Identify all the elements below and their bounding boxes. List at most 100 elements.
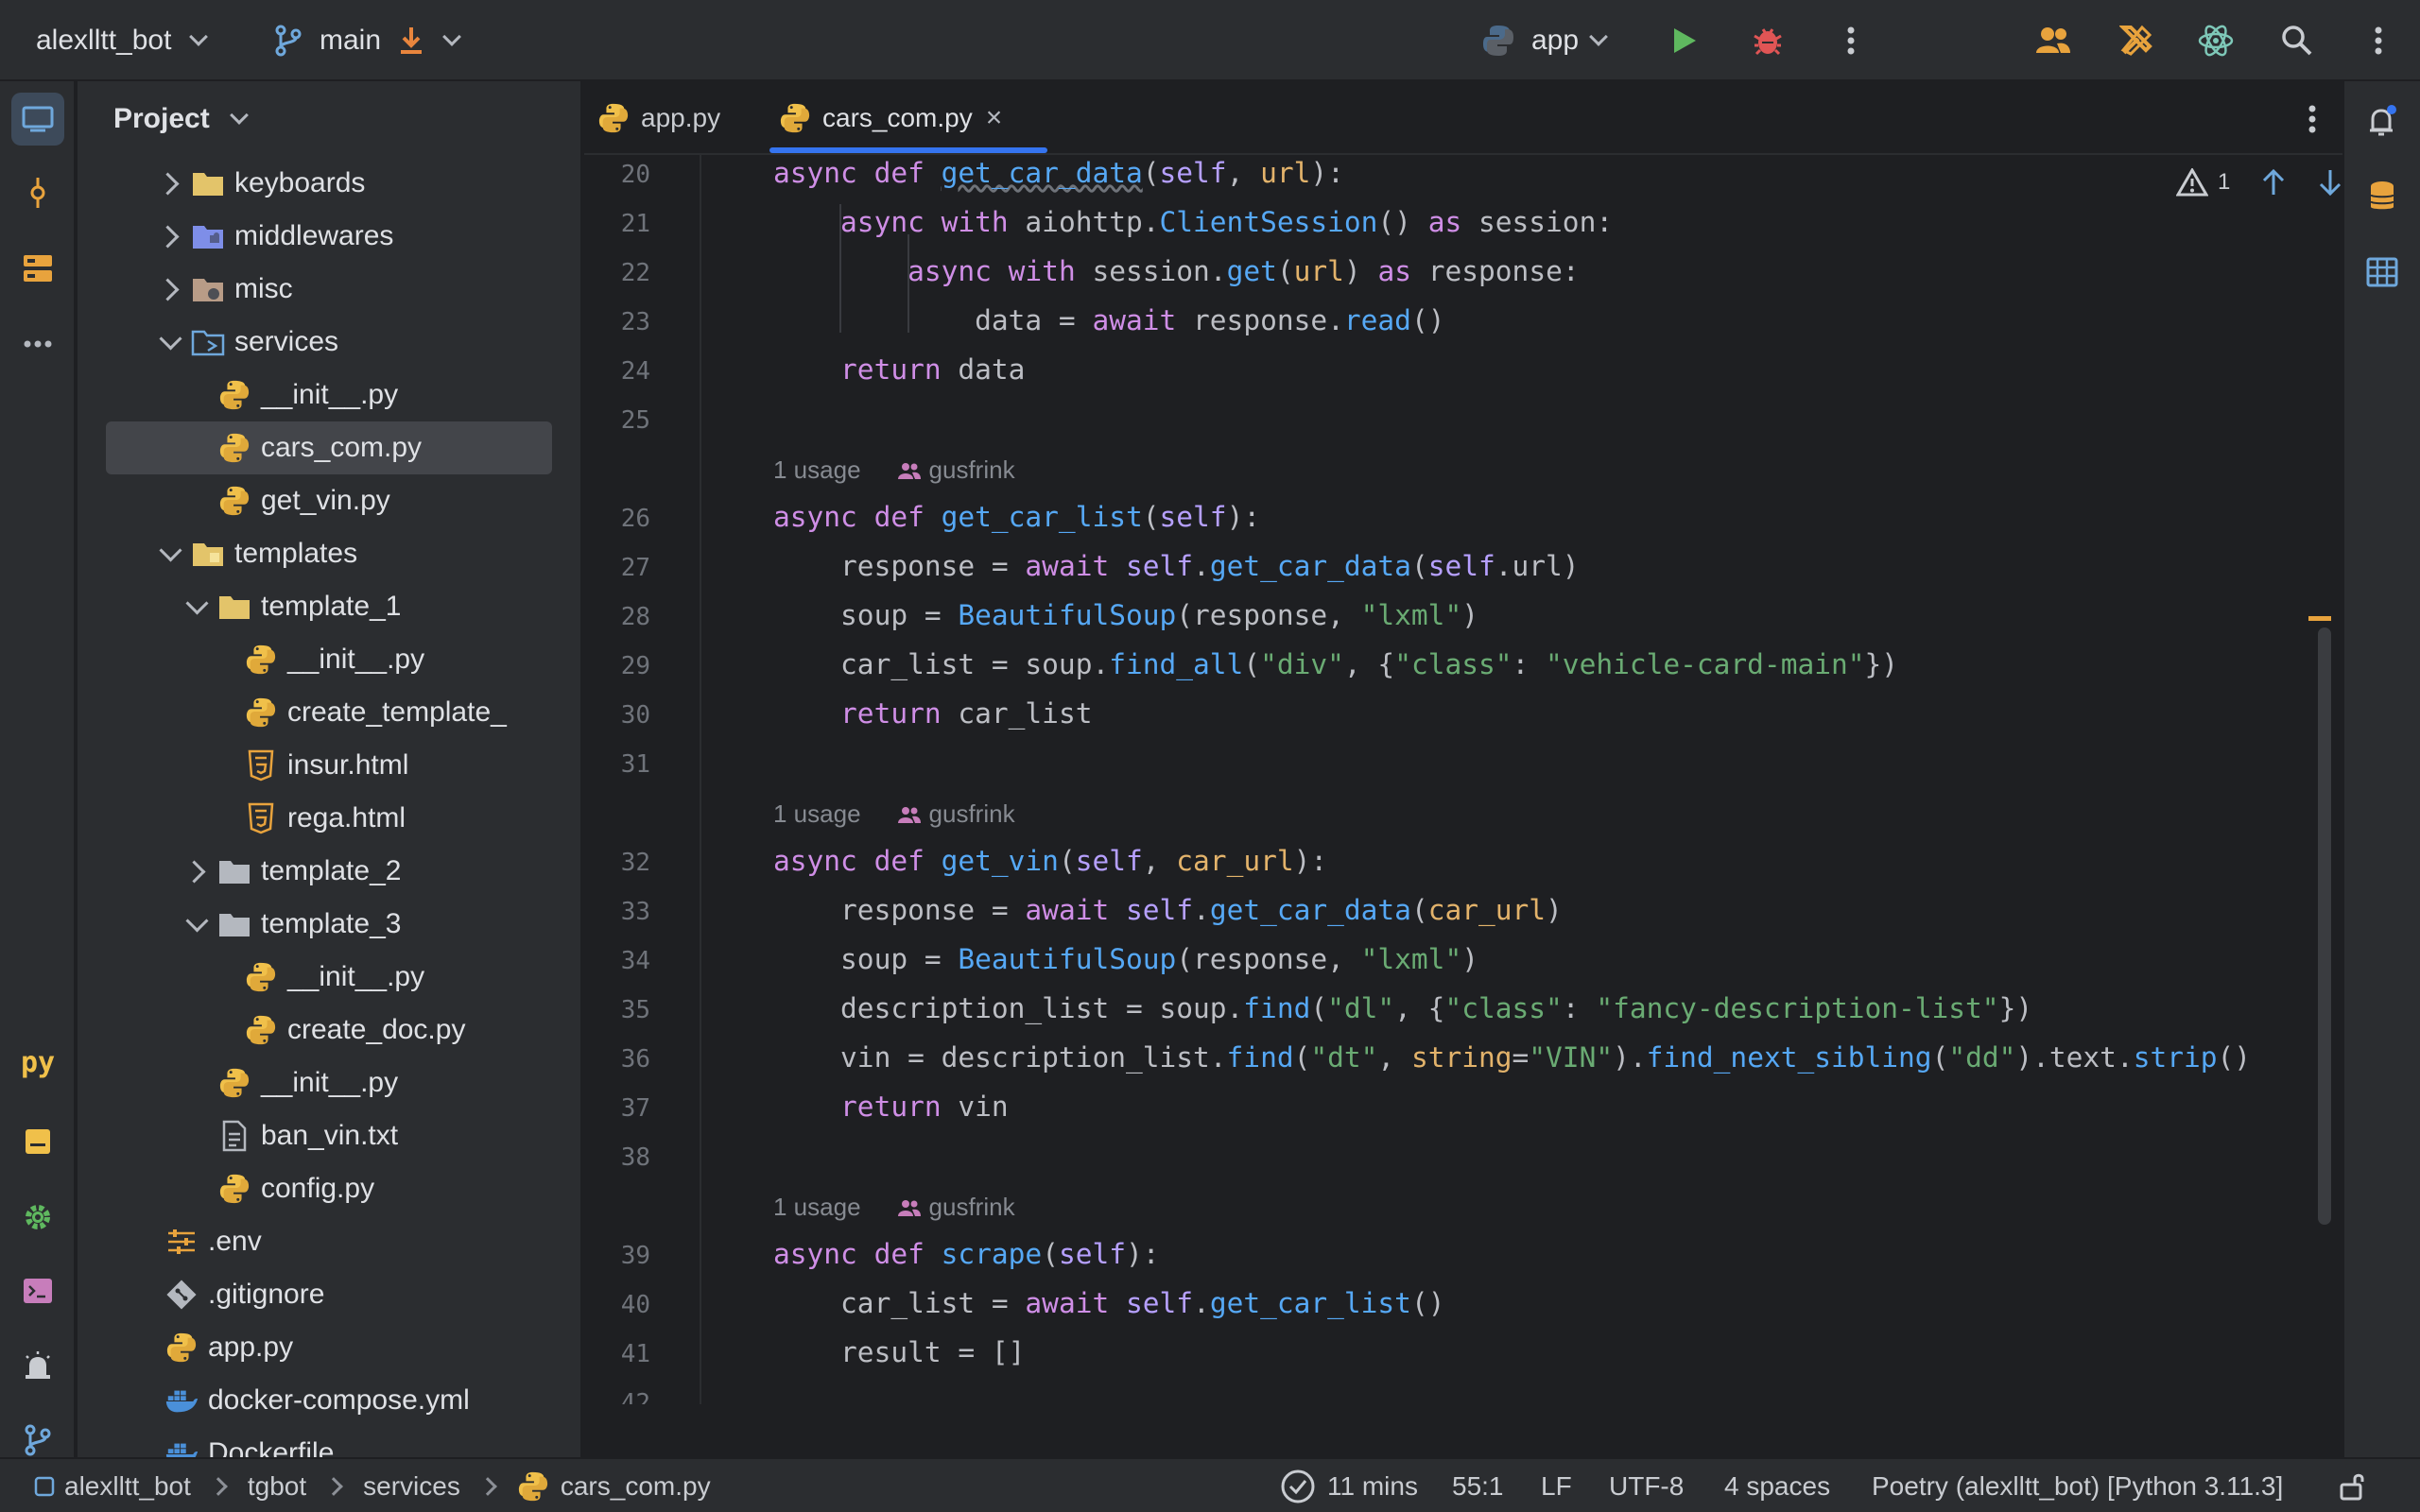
tab-cars-com-py[interactable]: cars_com.py × — [779, 81, 1002, 155]
tree-item-label: templates — [234, 538, 358, 569]
python-file-icon — [217, 378, 251, 412]
code-vision-hint[interactable]: 1 usage gusfrink — [773, 455, 1015, 485]
tab-app-py[interactable]: app.py — [597, 81, 720, 155]
tree-item[interactable]: __init__.py — [78, 1057, 580, 1109]
breadcrumb-item[interactable]: services — [363, 1471, 460, 1502]
search-icon[interactable] — [2278, 22, 2316, 60]
tree-item-label: .env — [208, 1226, 262, 1257]
tree-item[interactable]: .env — [78, 1215, 580, 1268]
run-config-selector[interactable]: app — [1480, 0, 1608, 81]
folder-gray-icon — [217, 907, 251, 941]
folder-icon — [191, 166, 225, 200]
tree-item[interactable]: keyboards — [78, 157, 580, 210]
tree-item[interactable]: docker-compose.yml — [78, 1374, 580, 1427]
people-icon[interactable] — [2034, 22, 2072, 60]
code-vision-hint[interactable]: 1 usage gusfrink — [773, 1193, 1015, 1222]
tree-item[interactable]: insur.html — [78, 739, 580, 792]
project-panel: Project keyboards middlewares misc services… — [78, 81, 582, 1457]
python-interpreter[interactable]: Poetry (alexlltt_bot) [Python 3.11.3] — [1872, 1459, 2283, 1512]
structure-icon[interactable] — [11, 242, 64, 295]
project-tool-icon[interactable] — [11, 93, 64, 146]
chevron-down-icon[interactable] — [187, 597, 206, 616]
tree-item[interactable]: cars_com.py — [78, 421, 580, 474]
line-number: 28 — [620, 603, 650, 631]
tree-item[interactable]: templates — [78, 527, 580, 580]
more-horizontal-icon[interactable] — [11, 318, 64, 370]
author-name: gusfrink — [928, 455, 1015, 484]
chevron-down-icon[interactable] — [161, 544, 180, 563]
terminal-icon[interactable] — [11, 1264, 64, 1317]
html-file-icon — [244, 748, 278, 782]
tree-item[interactable]: .gitignore — [78, 1268, 580, 1321]
debug-icon[interactable] — [1749, 22, 1787, 60]
chevron-down-icon[interactable] — [161, 333, 180, 352]
module-icon — [34, 1476, 55, 1497]
hammer-icon[interactable] — [2118, 22, 2155, 60]
atom-icon[interactable] — [2197, 22, 2235, 60]
code-vision-hint[interactable]: 1 usage gusfrink — [773, 799, 1015, 829]
chevron-right-icon[interactable] — [161, 227, 180, 246]
chevron-right-icon[interactable] — [161, 280, 180, 299]
incoming-changes-icon — [398, 26, 424, 56]
chevron-right-icon[interactable] — [161, 174, 180, 193]
tree-item[interactable]: template_3 — [78, 898, 580, 951]
tree-item[interactable]: Dockerfile — [78, 1427, 580, 1457]
tree-item[interactable]: rega.html — [78, 792, 580, 845]
tree-item[interactable]: services — [78, 316, 580, 369]
database-icon[interactable] — [2356, 170, 2409, 223]
branch-name: main — [320, 25, 382, 56]
code-editor[interactable]: 20 21 22 23 24 25 26 27 28 29 30 31 32 33 34 35 36 37 38 39… — [584, 155, 2342, 1404]
problems-icon[interactable] — [11, 1340, 64, 1393]
close-icon[interactable]: × — [986, 102, 1003, 134]
tree-item[interactable]: template_2 — [78, 845, 580, 898]
project-panel-header[interactable]: Project — [78, 81, 580, 157]
tree-item[interactable]: __init__.py — [78, 633, 580, 686]
tree-item[interactable]: create_template_ — [78, 686, 580, 739]
branch-switcher[interactable]: main — [274, 0, 461, 81]
time-tracker[interactable]: 11 mins — [1280, 1459, 1418, 1512]
tree-item-label: __init__.py — [287, 961, 425, 992]
tree-item[interactable]: get_vin.py — [78, 474, 580, 527]
arrow-down-icon[interactable] — [2317, 168, 2342, 197]
arrow-up-icon[interactable] — [2260, 168, 2287, 197]
gear-icon[interactable] — [11, 1191, 64, 1244]
line-number: 41 — [620, 1340, 650, 1368]
breadcrumb: alexlltt_bot tgbot services cars_com.py — [34, 1459, 711, 1512]
bell-icon[interactable] — [2356, 94, 2409, 147]
chevron-right-icon[interactable] — [187, 862, 206, 881]
tree-item[interactable]: app.py — [78, 1321, 580, 1374]
tree-item[interactable]: __init__.py — [78, 369, 580, 421]
caret-position[interactable]: 55:1 — [1452, 1459, 1504, 1512]
services-icon[interactable] — [11, 1115, 64, 1168]
more-vertical-icon[interactable] — [2360, 22, 2397, 60]
breadcrumb-item[interactable]: alexlltt_bot — [64, 1471, 191, 1502]
tree-item-label: get_vin.py — [261, 485, 390, 516]
lock-icon[interactable] — [2339, 1459, 2367, 1512]
more-vertical-icon[interactable] — [2293, 100, 2331, 138]
usage-count: 1 usage — [773, 1193, 861, 1221]
vertical-scrollbar[interactable] — [2318, 627, 2331, 1225]
tree-item[interactable]: misc — [78, 263, 580, 316]
tree-item[interactable]: __init__.py — [78, 951, 580, 1004]
breadcrumb-item[interactable]: cars_com.py — [561, 1471, 711, 1502]
line-separator[interactable]: LF — [1541, 1459, 1572, 1512]
run-icon[interactable] — [1666, 22, 1703, 60]
chevron-down-icon — [442, 27, 461, 46]
inspection-widget[interactable]: 1 — [2176, 168, 2342, 197]
table-icon[interactable] — [2356, 246, 2409, 299]
chevron-down-icon[interactable] — [187, 915, 206, 934]
tree-item[interactable]: template_1 — [78, 580, 580, 633]
tree-item[interactable]: config.py — [78, 1162, 580, 1215]
tree-item[interactable]: middlewares — [78, 210, 580, 263]
tree-item-label: Dockerfile — [208, 1437, 335, 1457]
python-console-icon[interactable]: py — [11, 1036, 64, 1089]
indent-setting[interactable]: 4 spaces — [1724, 1459, 1830, 1512]
breadcrumb-item[interactable]: tgbot — [248, 1471, 306, 1502]
file-encoding[interactable]: UTF-8 — [1609, 1459, 1684, 1512]
commit-icon[interactable] — [11, 166, 64, 219]
tree-item[interactable]: create_doc.py — [78, 1004, 580, 1057]
code-line: async def get_car_data(self, url): — [773, 157, 1344, 189]
tree-item[interactable]: ban_vin.txt — [78, 1109, 580, 1162]
project-switcher[interactable]: alexlltt_bot — [36, 0, 209, 81]
more-vertical-icon[interactable] — [1832, 22, 1870, 60]
